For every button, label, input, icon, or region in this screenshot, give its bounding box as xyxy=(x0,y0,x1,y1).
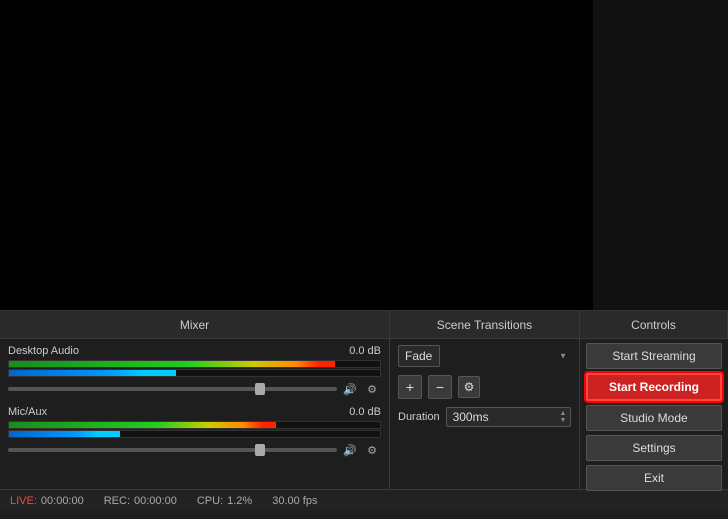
mic-aux-settings-btn[interactable]: ⚙ xyxy=(363,441,381,459)
remove-transition-btn[interactable]: − xyxy=(428,375,452,399)
desktop-audio-meter-2-fill xyxy=(9,370,176,376)
rec-label: REC: xyxy=(104,495,130,507)
desktop-audio-meter-2 xyxy=(8,369,381,377)
transitions-header-label: Scene Transitions xyxy=(437,318,532,332)
controls-header: Controls xyxy=(580,311,728,338)
mic-aux-channel: Mic/Aux 0.0 dB 🔊 ⚙ xyxy=(8,406,381,459)
studio-mode-button[interactable]: Studio Mode xyxy=(586,405,722,431)
exit-button[interactable]: Exit xyxy=(586,465,722,491)
desktop-audio-channel: Desktop Audio 0.0 dB 🔊 ⚙ xyxy=(8,345,381,398)
live-status: LIVE: 00:00:00 xyxy=(10,495,84,507)
add-transition-btn[interactable]: + xyxy=(398,375,422,399)
mic-aux-mute-btn[interactable]: 🔊 xyxy=(341,441,359,459)
section-headers: Mixer Scene Transitions Controls xyxy=(0,311,728,339)
fade-select-wrapper: Fade xyxy=(398,345,571,367)
transitions-buttons: + − ⚙ xyxy=(398,375,571,399)
desktop-audio-slider-thumb[interactable] xyxy=(255,383,265,395)
desktop-audio-header: Desktop Audio 0.0 dB xyxy=(8,345,381,357)
mic-aux-name: Mic/Aux xyxy=(8,406,47,418)
duration-down-arrow[interactable]: ▼ xyxy=(560,417,567,424)
duration-input-wrapper: ▲ ▼ xyxy=(446,407,571,427)
mic-aux-db: 0.0 dB xyxy=(349,406,381,418)
transitions-header: Scene Transitions xyxy=(390,311,580,338)
transitions-select-row: Fade xyxy=(398,345,571,367)
preview-area xyxy=(0,0,728,310)
mic-aux-meter-2 xyxy=(8,430,381,438)
fade-select[interactable]: Fade xyxy=(398,345,440,367)
main-preview xyxy=(0,0,593,310)
mic-aux-meter-1 xyxy=(8,421,381,429)
start-streaming-button[interactable]: Start Streaming xyxy=(586,343,722,369)
fps-value: 30.00 fps xyxy=(272,495,317,507)
desktop-audio-meter-1 xyxy=(8,360,381,368)
cpu-label: CPU: xyxy=(197,495,223,507)
rec-status: REC: 00:00:00 xyxy=(104,495,177,507)
mixer-header: Mixer xyxy=(0,311,390,338)
cpu-status: CPU: 1.2% xyxy=(197,495,252,507)
desktop-audio-meter-1-fill xyxy=(9,361,335,367)
start-recording-button[interactable]: Start Recording xyxy=(586,373,722,401)
live-label: LIVE: xyxy=(10,495,37,507)
mixer-header-label: Mixer xyxy=(180,318,209,332)
mixer-panel: Desktop Audio 0.0 dB 🔊 ⚙ xyxy=(0,339,390,489)
settings-button[interactable]: Settings xyxy=(586,435,722,461)
desktop-audio-mute-btn[interactable]: 🔊 xyxy=(341,380,359,398)
live-time: 00:00:00 xyxy=(41,495,84,507)
mic-aux-meter-2-fill xyxy=(9,431,120,437)
duration-label: Duration xyxy=(398,411,440,423)
desktop-audio-name: Desktop Audio xyxy=(8,345,79,357)
duration-spinner: ▲ ▼ xyxy=(557,407,569,427)
desktop-audio-db: 0.0 dB xyxy=(349,345,381,357)
controls-header-label: Controls xyxy=(631,318,676,332)
desktop-audio-controls: 🔊 ⚙ xyxy=(8,380,381,398)
mic-aux-slider[interactable] xyxy=(8,448,337,452)
status-bar: LIVE: 00:00:00 REC: 00:00:00 CPU: 1.2% 3… xyxy=(0,489,728,511)
transitions-panel: Fade + − ⚙ Duration ▲ ▼ xyxy=(390,339,580,489)
controls-panel: Start Streaming Start Recording Studio M… xyxy=(580,339,728,489)
rec-time: 00:00:00 xyxy=(134,495,177,507)
cpu-value: 1.2% xyxy=(227,495,252,507)
mic-aux-header: Mic/Aux 0.0 dB xyxy=(8,406,381,418)
main-content: Desktop Audio 0.0 dB 🔊 ⚙ xyxy=(0,339,728,489)
duration-input[interactable] xyxy=(446,407,571,427)
duration-row: Duration ▲ ▼ xyxy=(398,407,571,427)
mic-aux-slider-thumb[interactable] xyxy=(255,444,265,456)
bottom-panel: Mixer Scene Transitions Controls Desktop… xyxy=(0,310,728,519)
fps-status: 30.00 fps xyxy=(272,495,317,507)
transition-settings-btn[interactable]: ⚙ xyxy=(458,376,480,398)
desktop-audio-settings-btn[interactable]: ⚙ xyxy=(363,380,381,398)
duration-up-arrow[interactable]: ▲ xyxy=(560,410,567,417)
mic-aux-meter-1-fill xyxy=(9,422,276,428)
side-preview xyxy=(593,0,728,310)
desktop-audio-meters xyxy=(8,360,381,377)
desktop-audio-slider[interactable] xyxy=(8,387,337,391)
mic-aux-controls: 🔊 ⚙ xyxy=(8,441,381,459)
mic-aux-meters xyxy=(8,421,381,438)
